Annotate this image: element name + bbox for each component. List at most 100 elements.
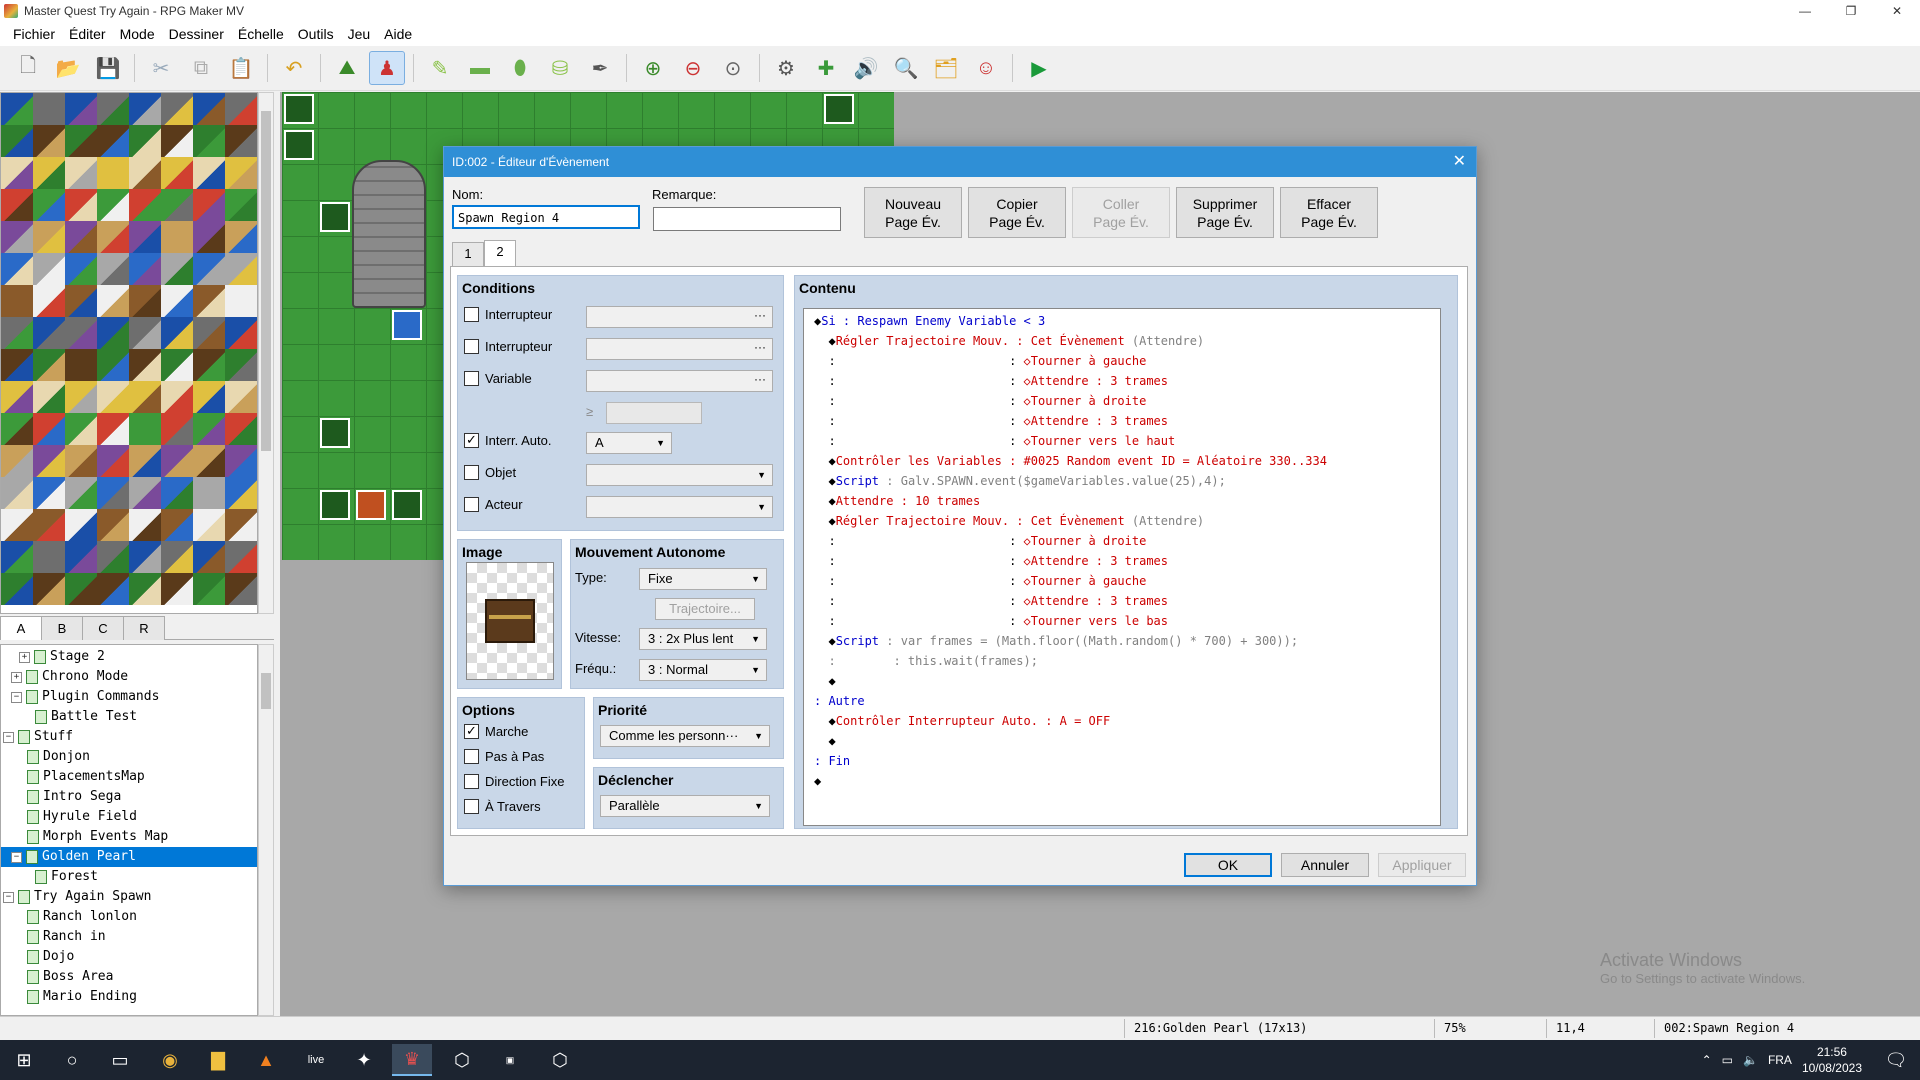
tile[interactable] — [33, 317, 65, 349]
tile[interactable] — [129, 317, 161, 349]
tile[interactable] — [161, 221, 193, 253]
menu-file[interactable]: Fichier — [6, 26, 62, 42]
tile[interactable] — [129, 413, 161, 445]
event-command-line[interactable]: : : ◇Tourner à gauche — [814, 571, 1146, 591]
tile[interactable] — [97, 573, 129, 605]
tile[interactable] — [1, 541, 33, 573]
event-command-line[interactable]: ◆Régler Trajectoire Mouv. : Cet Évènemen… — [814, 511, 1204, 531]
tab-tileset-b[interactable]: B — [41, 616, 83, 640]
tile[interactable] — [129, 285, 161, 317]
event-command-line[interactable]: : : ◇Attendre : 3 trames — [814, 411, 1168, 431]
event-command-line[interactable]: : : ◇Tourner vers le haut — [814, 431, 1175, 451]
cut-icon[interactable]: ✂ — [143, 51, 179, 85]
cancel-button[interactable]: Annuler — [1281, 853, 1369, 877]
tile[interactable] — [33, 93, 65, 125]
tile[interactable] — [1, 381, 33, 413]
event-command-line[interactable]: : : ◇Tourner à gauche — [814, 351, 1146, 371]
tileset-palette[interactable] — [0, 92, 258, 614]
tile[interactable] — [161, 93, 193, 125]
tile[interactable] — [161, 253, 193, 285]
new-project-icon[interactable]: 🗋 — [10, 51, 46, 85]
map-tree-item[interactable]: − Golden Pearl — [1, 847, 257, 867]
map-tree-item[interactable]: − Plugin Commands — [1, 687, 257, 707]
tile[interactable] — [161, 349, 193, 381]
event-command-line[interactable]: ◆Script : Galv.SPAWN.event($gameVariable… — [814, 471, 1225, 491]
tile[interactable] — [225, 189, 257, 221]
event-command-line[interactable]: : : ◇Tourner vers le bas — [814, 611, 1168, 631]
tile[interactable] — [193, 413, 225, 445]
tile[interactable] — [33, 157, 65, 189]
tile[interactable] — [161, 413, 193, 445]
new-page-button[interactable]: Nouveau Page Év. — [864, 187, 962, 238]
tile[interactable] — [97, 221, 129, 253]
tab-page-2[interactable]: 2 — [484, 240, 516, 267]
map-tree-item[interactable]: − Try Again Spawn — [1, 887, 257, 907]
tile[interactable] — [97, 509, 129, 541]
tile[interactable] — [225, 381, 257, 413]
menu-edit[interactable]: Éditer — [62, 26, 113, 42]
tile[interactable] — [33, 509, 65, 541]
tile[interactable] — [193, 253, 225, 285]
tile[interactable] — [97, 157, 129, 189]
map-tree-item[interactable]: − Stuff — [1, 727, 257, 747]
tile[interactable] — [33, 221, 65, 253]
tile[interactable] — [161, 125, 193, 157]
map-tree-item[interactable]: Intro Sega — [1, 787, 257, 807]
map-event[interactable] — [392, 490, 422, 520]
tile[interactable] — [1, 445, 33, 477]
tile[interactable] — [97, 93, 129, 125]
paste-icon[interactable]: 📋 — [223, 51, 259, 85]
tile[interactable] — [1, 509, 33, 541]
open-project-icon[interactable]: 📂 — [50, 51, 86, 85]
tile[interactable] — [33, 477, 65, 509]
tile[interactable] — [33, 349, 65, 381]
event-command-line[interactable]: : : ◇Tourner à droite — [814, 531, 1146, 551]
tile[interactable] — [97, 541, 129, 573]
tile[interactable] — [129, 573, 161, 605]
tileset-scrollbar[interactable] — [258, 92, 274, 614]
self-switch-select[interactable]: A ▼ — [586, 432, 672, 454]
tile[interactable] — [97, 285, 129, 317]
tile[interactable] — [129, 157, 161, 189]
tile[interactable] — [1, 349, 33, 381]
sound-test-icon[interactable]: 🔊 — [848, 51, 884, 85]
map-event[interactable] — [284, 94, 314, 124]
fill-icon[interactable]: ⛁ — [542, 51, 578, 85]
controller-app-icon[interactable]: ✦ — [344, 1044, 384, 1076]
map-tree-item[interactable]: Ranch lonlon — [1, 907, 257, 927]
vlc-icon[interactable]: ▲ — [246, 1044, 286, 1076]
tile[interactable] — [97, 445, 129, 477]
map-event[interactable] — [392, 310, 422, 340]
item-select[interactable]: ▼ — [586, 464, 773, 486]
shadow-pen-icon[interactable]: ✒ — [582, 51, 618, 85]
save-project-icon[interactable]: 💾 — [90, 51, 126, 85]
note-field[interactable] — [653, 207, 841, 231]
variable-value-stepper[interactable] — [606, 402, 702, 424]
map-tree-item[interactable]: Dojo — [1, 947, 257, 967]
tile[interactable] — [1, 253, 33, 285]
clear-page-button[interactable]: Effacer Page Év. — [1280, 187, 1378, 238]
map-event[interactable] — [824, 94, 854, 124]
map-event[interactable] — [320, 418, 350, 448]
tile[interactable] — [161, 189, 193, 221]
tile[interactable] — [97, 477, 129, 509]
event-command-line[interactable]: ◆ — [814, 671, 835, 691]
menu-draw[interactable]: Dessiner — [162, 26, 231, 42]
language-indicator[interactable]: FRA — [1768, 1053, 1792, 1067]
tile[interactable] — [97, 253, 129, 285]
tile[interactable] — [193, 93, 225, 125]
network-icon[interactable]: ▭ — [1722, 1053, 1733, 1067]
tile[interactable] — [193, 221, 225, 253]
event-command-line[interactable]: ◆ — [814, 731, 835, 751]
ellipse-icon[interactable]: ⬮ — [502, 51, 538, 85]
minimize-button[interactable]: — — [1782, 0, 1828, 22]
tile[interactable] — [129, 349, 161, 381]
map-tree-item[interactable]: Donjon — [1, 747, 257, 767]
tile[interactable] — [161, 285, 193, 317]
route-button[interactable]: Trajectoire... — [655, 598, 755, 620]
tile[interactable] — [97, 317, 129, 349]
event-command-line[interactable]: ◆Si : Respawn Enemy Variable < 3 — [814, 311, 1045, 331]
tile[interactable] — [129, 509, 161, 541]
tile[interactable] — [65, 573, 97, 605]
event-command-line[interactable]: : : ◇Attendre : 3 trames — [814, 371, 1168, 391]
